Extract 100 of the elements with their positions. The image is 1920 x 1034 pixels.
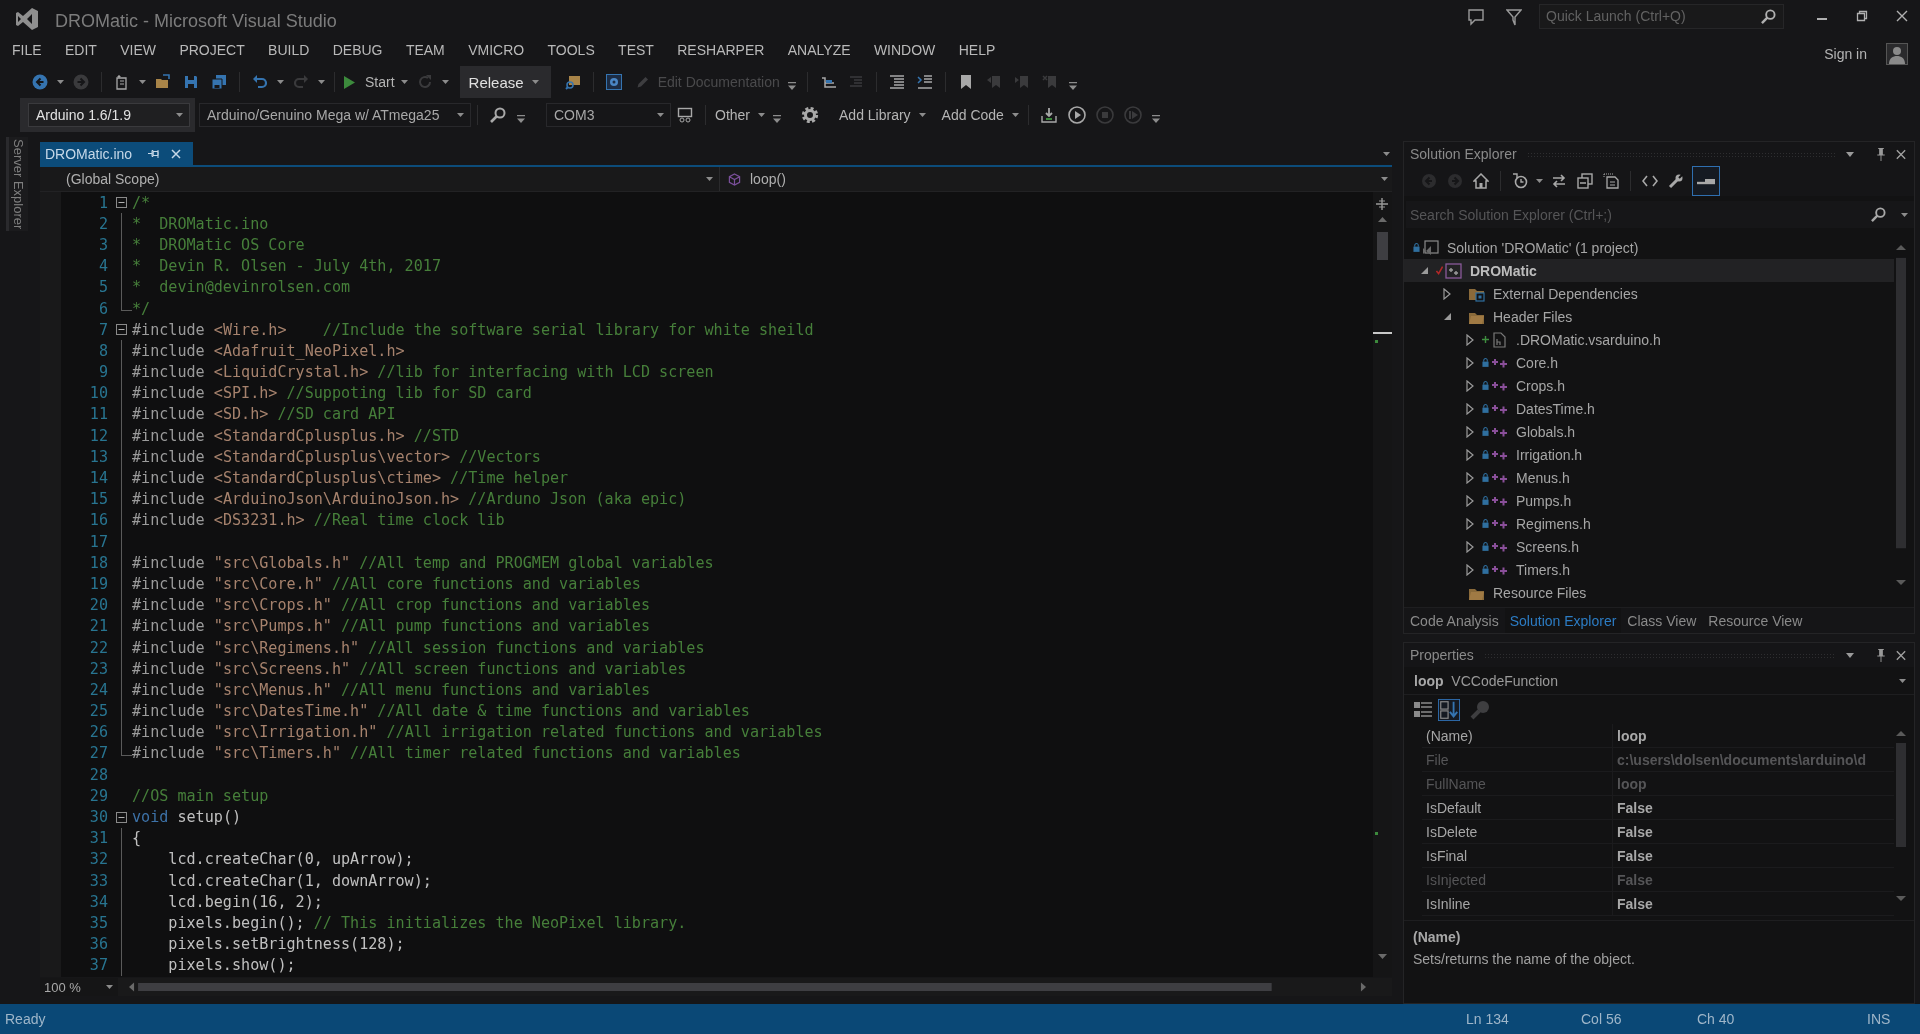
caret-icon[interactable] (277, 80, 284, 84)
angle-brackets-icon[interactable] (1642, 173, 1658, 189)
close-icon[interactable] (1896, 648, 1906, 662)
close-icon[interactable] (1896, 147, 1906, 161)
document-icon[interactable] (1603, 173, 1619, 189)
add-code-button[interactable]: Add Code (938, 103, 1022, 127)
download-icon[interactable] (1040, 107, 1057, 123)
expander-icon[interactable] (1466, 494, 1474, 507)
expander-icon[interactable] (1420, 267, 1428, 274)
menu-item[interactable]: RESHARPER (665, 42, 777, 58)
ide-version-dropdown[interactable]: Arduino 1.6/1.9 (28, 103, 190, 127)
close-icon[interactable] (1896, 10, 1908, 22)
expander-icon[interactable] (1466, 379, 1474, 392)
avatar-icon[interactable] (1886, 43, 1908, 65)
pin-icon[interactable] (148, 148, 161, 159)
new-document-icon[interactable] (114, 74, 130, 90)
menu-item[interactable]: DEBUG (321, 42, 395, 58)
caret-icon[interactable] (400, 80, 408, 84)
caret-icon[interactable] (318, 80, 325, 84)
caret-icon[interactable] (1846, 151, 1854, 157)
overflow-icon[interactable] (517, 115, 525, 123)
speech-bubble-icon[interactable] (1467, 8, 1485, 26)
back-icon[interactable] (32, 74, 48, 90)
expander-icon[interactable] (1443, 287, 1451, 300)
overflow-icon[interactable] (773, 115, 781, 123)
search-icon[interactable] (490, 107, 506, 123)
menu-item[interactable]: HELP (947, 42, 1007, 58)
search-icon[interactable] (1871, 207, 1886, 222)
monitor-icon[interactable] (677, 107, 693, 123)
tree-item[interactable]: Header Files (1404, 305, 1894, 328)
menu-item[interactable]: BUILD (256, 42, 321, 58)
board-dropdown[interactable]: Arduino/Genuino Mega w/ ATmega25 (199, 103, 471, 127)
menu-item[interactable]: TOOLS (535, 42, 607, 58)
expander-icon[interactable] (1466, 471, 1474, 484)
wrench-icon[interactable] (1668, 173, 1684, 189)
restore-icon[interactable] (1856, 10, 1868, 22)
overflow-icon[interactable] (787, 82, 796, 90)
collapse-icon[interactable] (116, 324, 127, 336)
panel-tab[interactable]: Class View (1621, 608, 1703, 634)
panel-tab[interactable]: Solution Explorer (1504, 608, 1622, 634)
save-all-icon[interactable] (211, 74, 227, 90)
tree-item[interactable]: Globals.h (1404, 420, 1894, 443)
property-value[interactable]: False (1613, 799, 1653, 816)
tree-item[interactable]: Timers.h (1404, 558, 1894, 581)
save-icon[interactable] (183, 74, 199, 90)
menu-item[interactable]: ANALYZE (776, 42, 863, 58)
quick-launch-field[interactable]: Quick Launch (Ctrl+Q) (1539, 3, 1784, 29)
stacked-squares-icon[interactable] (1577, 173, 1593, 189)
gear-icon[interactable] (800, 105, 820, 125)
zoom-dropdown[interactable]: 100 % (40, 978, 118, 996)
property-value[interactable]: False (1613, 847, 1653, 864)
expander-icon[interactable] (1466, 402, 1474, 415)
caret-icon[interactable] (1536, 179, 1543, 183)
tree-item[interactable]: Irrigation.h (1404, 443, 1894, 466)
overflow-icon[interactable] (1068, 82, 1077, 90)
clock-icon[interactable] (1512, 173, 1528, 189)
caret-icon[interactable] (57, 80, 64, 84)
tree-item[interactable]: Resource Files (1404, 581, 1894, 604)
property-value[interactable]: loop (1613, 727, 1647, 744)
caret-icon[interactable] (1846, 652, 1854, 658)
tree-item[interactable]: .DROMatic.vsarduino.h (1404, 328, 1894, 351)
caret-icon[interactable] (441, 80, 449, 84)
expander-icon[interactable] (1466, 333, 1474, 346)
caret-icon[interactable] (1383, 151, 1390, 156)
text-lines-icon[interactable] (888, 74, 905, 90)
menu-item[interactable]: EDIT (53, 42, 109, 58)
member-dropdown[interactable]: loop() (720, 167, 1392, 191)
split-icon[interactable] (1376, 198, 1388, 210)
menu-item[interactable]: VMICRO (456, 42, 536, 58)
folder-search-icon[interactable] (564, 74, 581, 90)
search-icon[interactable] (1761, 8, 1776, 24)
home-icon[interactable] (1473, 173, 1489, 189)
expander-icon[interactable] (1466, 448, 1474, 461)
add-library-button[interactable]: Add Library (836, 103, 929, 127)
scope-dropdown[interactable]: (Global Scope) (40, 167, 720, 191)
tree-item[interactable]: Menus.h (1404, 466, 1894, 489)
hierarchy-icon[interactable] (819, 74, 836, 90)
sort-down-icon[interactable] (1438, 698, 1460, 721)
overflow-icon[interactable] (1151, 115, 1160, 123)
menu-item[interactable]: TEST (606, 42, 666, 58)
property-value[interactable]: False (1613, 895, 1653, 912)
tree-item[interactable]: Pumps.h (1404, 489, 1894, 512)
caret-icon[interactable] (139, 80, 146, 84)
tree-item[interactable]: DatesTime.h (1404, 397, 1894, 420)
tree-item[interactable]: Screens.h (1404, 535, 1894, 558)
undo-icon[interactable] (252, 74, 268, 90)
expander-icon[interactable] (1466, 356, 1474, 369)
expander-icon[interactable] (1443, 313, 1451, 320)
panel-tab[interactable]: Resource View (1702, 608, 1809, 634)
tree-item[interactable]: Solution 'DROMatic' (1 project) (1404, 236, 1894, 259)
start-button[interactable]: Start (341, 70, 398, 94)
tree-item[interactable]: External Dependencies (1404, 282, 1894, 305)
indent-icon[interactable] (916, 74, 933, 90)
open-folder-icon[interactable] (155, 74, 171, 90)
caret-icon[interactable] (1901, 213, 1908, 217)
play-circle-icon[interactable] (1067, 106, 1086, 124)
collapse-icon[interactable] (116, 197, 127, 209)
menu-item[interactable]: WINDOW (862, 42, 948, 58)
search-field[interactable]: Search Solution Explorer (Ctrl+;) (1406, 201, 1914, 228)
expander-icon[interactable] (1466, 517, 1474, 530)
